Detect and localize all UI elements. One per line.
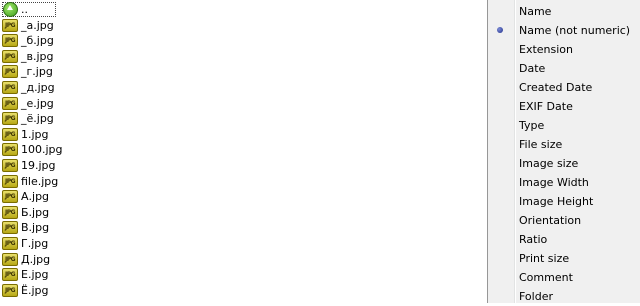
file-name: Б.jpg: [21, 205, 50, 219]
file-name: Ё.jpg: [21, 283, 49, 297]
menu-item-image-height[interactable]: Image Height: [488, 192, 640, 211]
file-row[interactable]: JPG _д.jpg: [2, 80, 55, 95]
file-row[interactable]: JPG В.jpg: [2, 220, 49, 235]
menu-item-extension[interactable]: Extension: [488, 40, 640, 59]
up-arrow-icon: [2, 2, 18, 17]
menu-item-label: EXIF Date: [519, 99, 573, 113]
file-name: Д.jpg: [21, 252, 51, 266]
file-row[interactable]: JPG file.jpg: [2, 174, 58, 189]
jpg-file-icon: JPG: [2, 221, 18, 235]
jpg-file-icon: JPG: [2, 143, 18, 157]
menu-item-label: Ratio: [519, 232, 548, 246]
file-name: 1.jpg: [21, 127, 49, 141]
menu-item-image-size[interactable]: Image size: [488, 154, 640, 173]
jpg-file-icon: JPG: [2, 96, 18, 110]
jpg-file-icon: JPG: [2, 159, 18, 173]
file-name: _д.jpg: [21, 81, 55, 94]
menu-item-name-not-numeric[interactable]: Name (not numeric): [488, 21, 640, 40]
menu-item-type[interactable]: Type: [488, 116, 640, 135]
jpg-file-icon: JPG: [2, 174, 18, 188]
file-row[interactable]: JPG _г.jpg: [2, 64, 53, 79]
menu-item-label: Name (not numeric): [519, 23, 631, 37]
file-row[interactable]: JPG 19.jpg: [2, 158, 56, 173]
menu-item-label: Extension: [519, 42, 574, 56]
file-name: В.jpg: [21, 221, 50, 235]
file-name: 100.jpg: [21, 143, 63, 157]
file-row[interactable]: JPG _в.jpg: [2, 49, 54, 64]
file-list: .. JPG _a.jpg JPG _б.jpg JPG _в.jpg JPG _г.jpg JP…: [0, 0, 490, 303]
jpg-file-icon: JPG: [2, 283, 18, 297]
jpg-file-icon: JPG: [2, 81, 18, 95]
file-row[interactable]: JPG 100.jpg: [2, 142, 63, 157]
jpg-file-icon: JPG: [2, 49, 18, 63]
menu-item-label: Orientation: [519, 213, 582, 227]
menu-item-label: Name: [519, 4, 552, 18]
file-name: _г.jpg: [21, 65, 53, 79]
menu-item-print-size[interactable]: Print size: [488, 249, 640, 268]
menu-item-exif-date[interactable]: EXIF Date: [488, 97, 640, 116]
menu-item-image-width[interactable]: Image Width: [488, 173, 640, 192]
menu-item-ratio[interactable]: Ratio: [488, 230, 640, 249]
sort-menu: Name Name (not numeric) Extension Date Creat…: [487, 0, 640, 303]
menu-item-label: Print size: [519, 251, 570, 265]
menu-item-label: Image size: [519, 156, 579, 170]
file-row[interactable]: ..: [2, 2, 56, 17]
file-name: 19.jpg: [21, 159, 56, 172]
file-row[interactable]: JPG _б.jpg: [2, 33, 54, 48]
menu-item-label: File size: [519, 137, 563, 151]
file-name: _в.jpg: [21, 49, 54, 63]
file-name: Е.jpg: [21, 268, 49, 282]
jpg-file-icon: JPG: [2, 237, 18, 251]
menu-item-label: Image Width: [519, 175, 589, 189]
jpg-file-icon: JPG: [2, 252, 18, 266]
file-row[interactable]: JPG Д.jpg: [2, 252, 50, 267]
jpg-file-icon: JPG: [2, 205, 18, 219]
jpg-file-icon: JPG: [2, 65, 18, 79]
menu-item-date[interactable]: Date: [488, 59, 640, 78]
jpg-file-icon: JPG: [2, 34, 18, 48]
file-row[interactable]: JPG Б.jpg: [2, 205, 49, 220]
file-name: _a.jpg: [21, 18, 54, 32]
jpg-file-icon: JPG: [2, 18, 18, 32]
jpg-file-icon: JPG: [2, 190, 18, 204]
menu-item-label: Type: [519, 118, 545, 132]
menu-item-orientation[interactable]: Orientation: [488, 211, 640, 230]
file-name: file.jpg: [21, 174, 59, 188]
jpg-file-icon: JPG: [2, 112, 18, 126]
file-row[interactable]: JPG _a.jpg: [2, 18, 54, 33]
menu-item-comment[interactable]: Comment: [488, 268, 640, 287]
file-row[interactable]: JPG 1.jpg: [2, 127, 49, 142]
file-row[interactable]: JPG _ё.jpg: [2, 111, 54, 126]
menu-item-label: Image Height: [519, 194, 594, 208]
radio-selected-icon: [497, 26, 503, 33]
file-name: Г.jpg: [21, 237, 49, 250]
file-row[interactable]: JPG _е.jpg: [2, 96, 54, 111]
file-row[interactable]: JPG Г.jpg: [2, 236, 48, 251]
menu-item-label: Created Date: [519, 80, 593, 94]
file-name: _е.jpg: [21, 96, 54, 110]
file-row[interactable]: JPG А.jpg: [2, 189, 49, 204]
file-name: _ё.jpg: [21, 112, 54, 126]
jpg-file-icon: JPG: [2, 268, 18, 282]
file-row[interactable]: JPG Ё.jpg: [2, 283, 48, 298]
menu-item-created-date[interactable]: Created Date: [488, 78, 640, 97]
file-name: А.jpg: [21, 190, 50, 204]
menu-item-label: Date: [519, 61, 546, 75]
file-name: _б.jpg: [21, 34, 54, 48]
file-row[interactable]: JPG Е.jpg: [2, 267, 48, 282]
jpg-file-icon: JPG: [2, 127, 18, 141]
menu-item-file-size[interactable]: File size: [488, 135, 640, 154]
file-name: ..: [21, 3, 28, 16]
menu-item-name[interactable]: Name: [488, 2, 640, 21]
menu-item-label: Comment: [519, 270, 573, 284]
